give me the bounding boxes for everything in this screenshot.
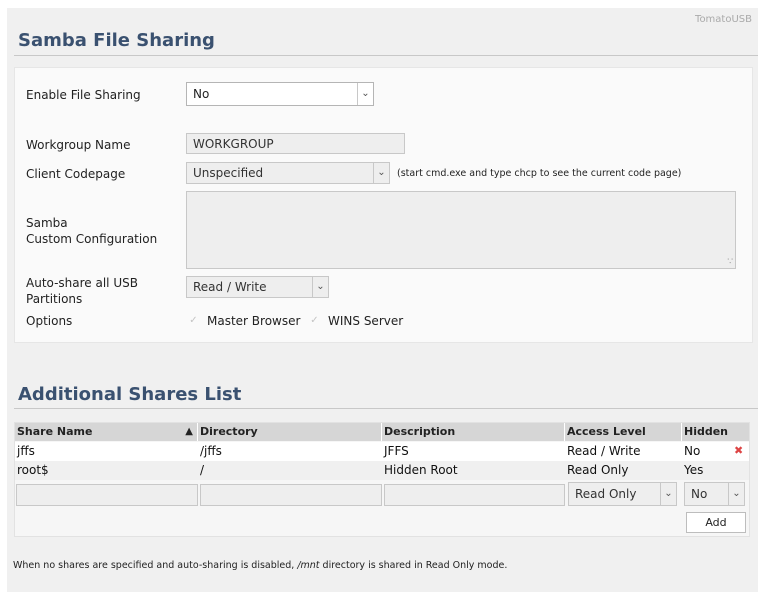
- codepage-select[interactable]: Unspecified ⌄: [186, 162, 390, 184]
- master-browser-label: Master Browser: [207, 314, 301, 328]
- autoshare-value: Read / Write: [193, 280, 267, 294]
- samba-settings-panel: Enable File Sharing No ⌄ Workgroup Name …: [14, 67, 753, 343]
- shares-table: Share Name ▲ Directory Description Acces…: [14, 422, 750, 537]
- share-name-cell: jffs: [17, 444, 35, 458]
- options-label: Options: [26, 314, 73, 328]
- access-level-cell: Read / Write: [567, 444, 641, 458]
- resize-grip-icon[interactable]: ∵: [727, 258, 733, 267]
- col-description[interactable]: Description: [382, 423, 565, 441]
- codepage-hint: (start cmd.exe and type chcp to see the …: [397, 168, 682, 179]
- new-access-level-value: Read Only: [575, 487, 637, 501]
- samba-section-title: Samba File Sharing: [18, 30, 215, 51]
- shares-section-title: Additional Shares List: [18, 384, 242, 405]
- col-hidden[interactable]: Hidden: [682, 423, 749, 441]
- col-share-name[interactable]: Share Name ▲: [15, 423, 198, 441]
- directory-cell: /jffs: [200, 444, 222, 458]
- page: TomatoUSB Samba File Sharing Enable File…: [0, 0, 765, 592]
- new-access-level-select[interactable]: Read Only ⌄: [568, 482, 677, 506]
- autoshare-label-line1: Auto-share all USB: [26, 276, 138, 290]
- new-share-name-input[interactable]: [16, 484, 198, 506]
- col-access-level[interactable]: Access Level: [565, 423, 682, 441]
- directory-cell: /: [200, 463, 205, 477]
- content-area: TomatoUSB Samba File Sharing Enable File…: [7, 8, 758, 592]
- footnote-text-end: directory is shared in Read Only mode.: [319, 560, 508, 571]
- footnote-text-start: When no shares are specified and auto-sh…: [13, 560, 298, 571]
- new-description-input[interactable]: [384, 484, 565, 506]
- sort-asc-icon: ▲: [185, 426, 193, 437]
- col-share-name-label: Share Name: [17, 425, 93, 438]
- enable-sharing-value: No: [193, 87, 210, 101]
- chevron-down-icon: ⌄: [660, 483, 676, 505]
- wins-server-label: WINS Server: [328, 314, 404, 328]
- custom-config-label-line2: Custom Configuration: [26, 232, 158, 246]
- delete-row-icon[interactable]: ✖: [734, 444, 743, 457]
- chevron-down-icon: ⌄: [728, 483, 744, 505]
- autoshare-label-line2: Partitions: [26, 292, 83, 306]
- samba-title-rule: [14, 55, 758, 56]
- col-directory[interactable]: Directory: [198, 423, 382, 441]
- footnote: When no shares are specified and auto-sh…: [13, 560, 507, 571]
- autoshare-select[interactable]: Read / Write ⌄: [186, 276, 329, 298]
- enable-sharing-label: Enable File Sharing: [26, 88, 141, 102]
- add-share-button[interactable]: Add: [686, 512, 746, 533]
- description-cell: JFFS: [384, 444, 409, 458]
- brand-label: TomatoUSB: [695, 14, 752, 25]
- access-level-cell: Read Only: [567, 463, 629, 477]
- enable-sharing-select[interactable]: No ⌄: [186, 82, 374, 106]
- custom-config-label-line1: Samba: [26, 216, 68, 230]
- workgroup-input[interactable]: WORKGROUP: [186, 133, 405, 154]
- footnote-path: /mnt: [297, 560, 320, 571]
- new-hidden-select[interactable]: No ⌄: [684, 482, 745, 506]
- hidden-cell: Yes: [684, 463, 704, 477]
- workgroup-label: Workgroup Name: [26, 138, 131, 152]
- new-directory-input[interactable]: [200, 484, 382, 506]
- custom-config-textarea[interactable]: ∵: [186, 191, 736, 269]
- wins-server-checkbox[interactable]: ✓: [309, 315, 320, 326]
- codepage-label: Client Codepage: [26, 167, 126, 181]
- codepage-value: Unspecified: [193, 166, 264, 180]
- share-name-cell: root$: [17, 463, 49, 477]
- hidden-cell: No: [684, 444, 701, 458]
- chevron-down-icon: ⌄: [357, 83, 373, 105]
- chevron-down-icon: ⌄: [312, 277, 328, 297]
- chevron-down-icon: ⌄: [373, 163, 389, 183]
- master-browser-checkbox[interactable]: ✓: [188, 315, 199, 326]
- shares-title-rule: [14, 408, 758, 409]
- workgroup-value: WORKGROUP: [193, 137, 274, 151]
- description-cell: Hidden Root: [384, 463, 458, 477]
- new-hidden-value: No: [691, 487, 708, 501]
